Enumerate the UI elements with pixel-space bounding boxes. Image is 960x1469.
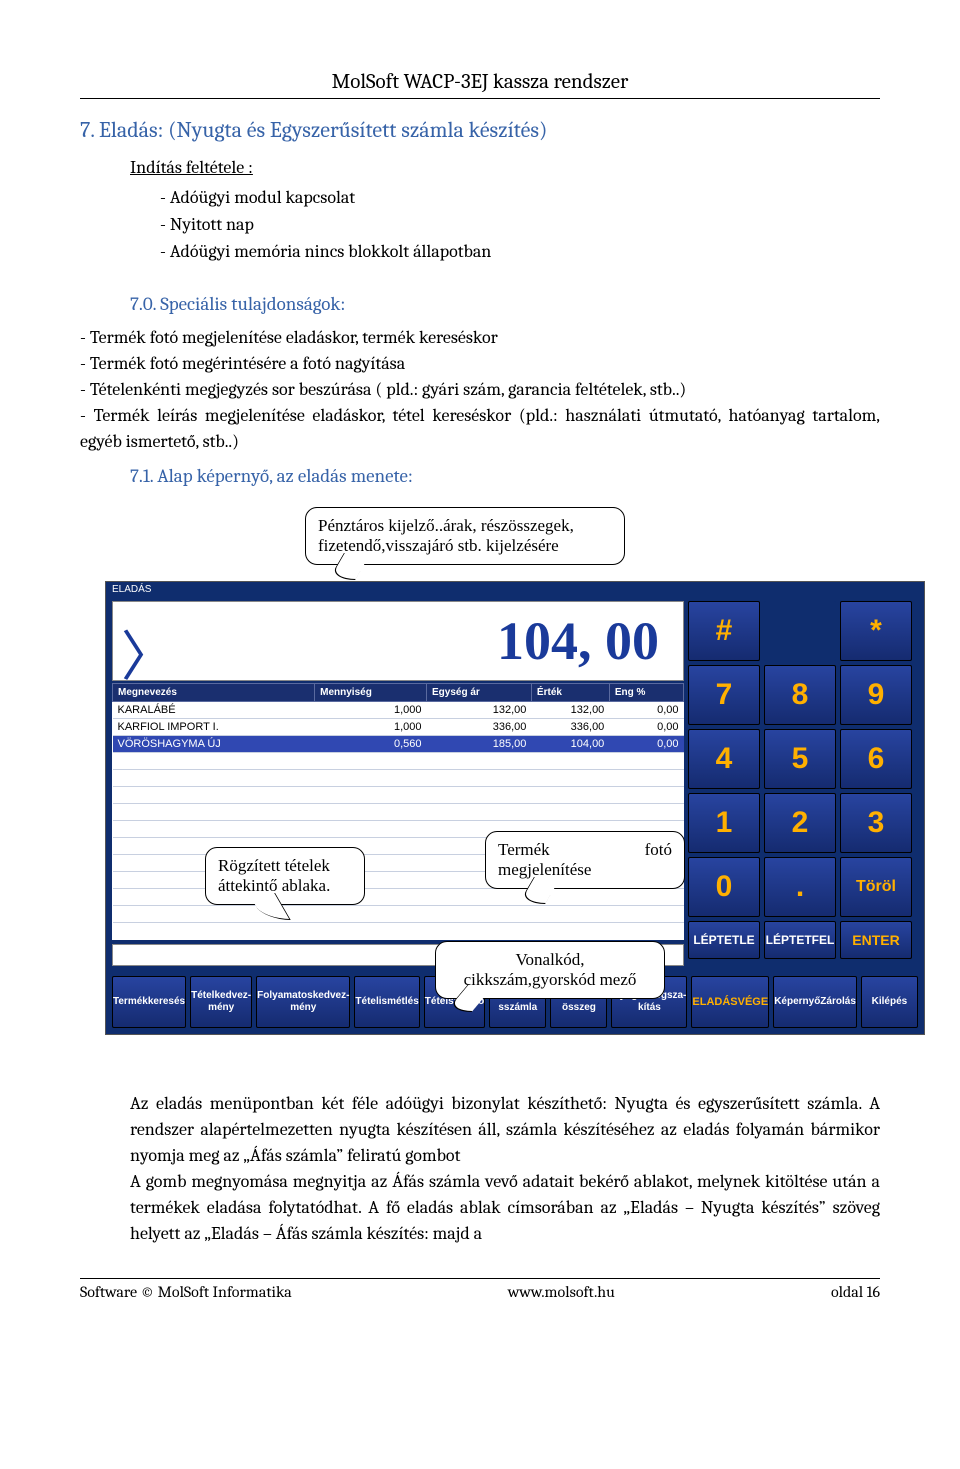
btn-lock-screen[interactable]: KépernyőZárolás [773, 976, 857, 1028]
table-row[interactable] [113, 753, 684, 770]
bullet: - Adóügyi memória nincs blokkolt állapot… [160, 238, 880, 265]
bullet: - Adóügyi modul kapcsolat [160, 184, 880, 211]
page-header: MolSoft WACP-3EJ kassza rendszer [80, 70, 880, 94]
key-5[interactable]: 5 [764, 729, 836, 789]
key-3[interactable]: 3 [840, 793, 912, 853]
key-dot[interactable]: . [764, 857, 836, 917]
table-row[interactable] [113, 804, 684, 821]
table-row-selected[interactable]: VÖRÖSHAGYMA ÚJ0,560185,00104,000,00 [113, 736, 684, 753]
key-4[interactable]: 4 [688, 729, 760, 789]
table-row[interactable]: KARFIOL IMPORT I.1,000336,00336,000,00 [113, 719, 684, 736]
table-row[interactable] [113, 770, 684, 787]
btn-exit[interactable]: Kilépés [861, 976, 918, 1028]
subsection-heading: 7.0. Speciális tulajdonságok: [130, 293, 880, 315]
table-row[interactable]: KARALÁBÉ1,000132,00132,000,00 [113, 702, 684, 719]
pos-screenshot: Pénztáros kijelző..árak, részösszegek, f… [105, 581, 880, 1035]
table-row[interactable] [113, 889, 684, 906]
bullet: - Nyitott nap [160, 211, 880, 238]
callout-photo: Termék fotó megjelenítése [485, 831, 685, 889]
table-row[interactable] [113, 787, 684, 804]
key-clear[interactable]: Töröl [840, 857, 912, 917]
key-star[interactable]: * [840, 601, 912, 661]
feature-list: - Termék fotó megjelenítése eladáskor, t… [80, 325, 880, 455]
start-conditions-title: Indítás feltétele : [130, 157, 880, 178]
footer-center: www.molsoft.hu [508, 1283, 615, 1301]
subsection-heading: 7.1. Alap képernyő, az eladás menete: [130, 465, 880, 487]
key-2[interactable]: 2 [764, 793, 836, 853]
table-row[interactable] [113, 923, 684, 940]
key-8[interactable]: 8 [764, 665, 836, 725]
items-table: Megnevezés Mennyiség Egység ár Érték Eng… [112, 683, 684, 940]
btn-item-discount[interactable]: Tételkedvez-mény [190, 976, 252, 1028]
callout-display: Pénztáros kijelző..árak, részösszegek, f… [305, 507, 625, 565]
btn-product-search[interactable]: Termékkeresés [112, 976, 186, 1028]
col-eng: Eng % [609, 684, 683, 702]
footer-right: oldal 16 [831, 1283, 880, 1301]
col-qty: Mennyiség [315, 684, 427, 702]
btn-repeat[interactable]: Tételismétlés [354, 976, 419, 1028]
section-heading: 7. Eladás: (Nyugta és Egyszerűsített szá… [80, 117, 880, 143]
key-down[interactable]: LÉPTETLE [688, 921, 760, 959]
key-6[interactable]: 6 [840, 729, 912, 789]
col-unit: Egység ár [426, 684, 531, 702]
btn-end-sale[interactable]: ELADÁSVÉGE [691, 976, 769, 1028]
key-up[interactable]: LÉPTETFEL [764, 921, 836, 959]
key-0[interactable]: 0 [688, 857, 760, 917]
key-9[interactable]: 9 [840, 665, 912, 725]
key-hash[interactable]: # [688, 601, 760, 661]
chevron-icon: 〉 [121, 612, 175, 691]
key-7[interactable]: 7 [688, 665, 760, 725]
price-display: 〉 104, 00 [112, 601, 684, 681]
col-val: Érték [531, 684, 609, 702]
keypad: # * 7 8 9 4 5 6 1 2 3 0 . Töröl LÉPTETLE [688, 601, 918, 959]
key-1[interactable]: 1 [688, 793, 760, 853]
key-enter[interactable]: ENTER [840, 921, 912, 959]
footer-left: Software © MolSoft Informatika [80, 1283, 292, 1301]
callout-items: Rögzített tételek áttekintő ablaka. [205, 847, 365, 905]
callout-barcode: Vonalkód, cikkszám,gyorskód mező [435, 941, 665, 999]
key-blank [764, 601, 836, 661]
body-text: Az eladás menüpontban két féle adóügyi b… [130, 1091, 880, 1248]
btn-cont-discount[interactable]: Folyamatoskedvez-mény [256, 976, 350, 1028]
window-title: ELADÁS [106, 582, 924, 597]
table-row[interactable] [113, 906, 684, 923]
